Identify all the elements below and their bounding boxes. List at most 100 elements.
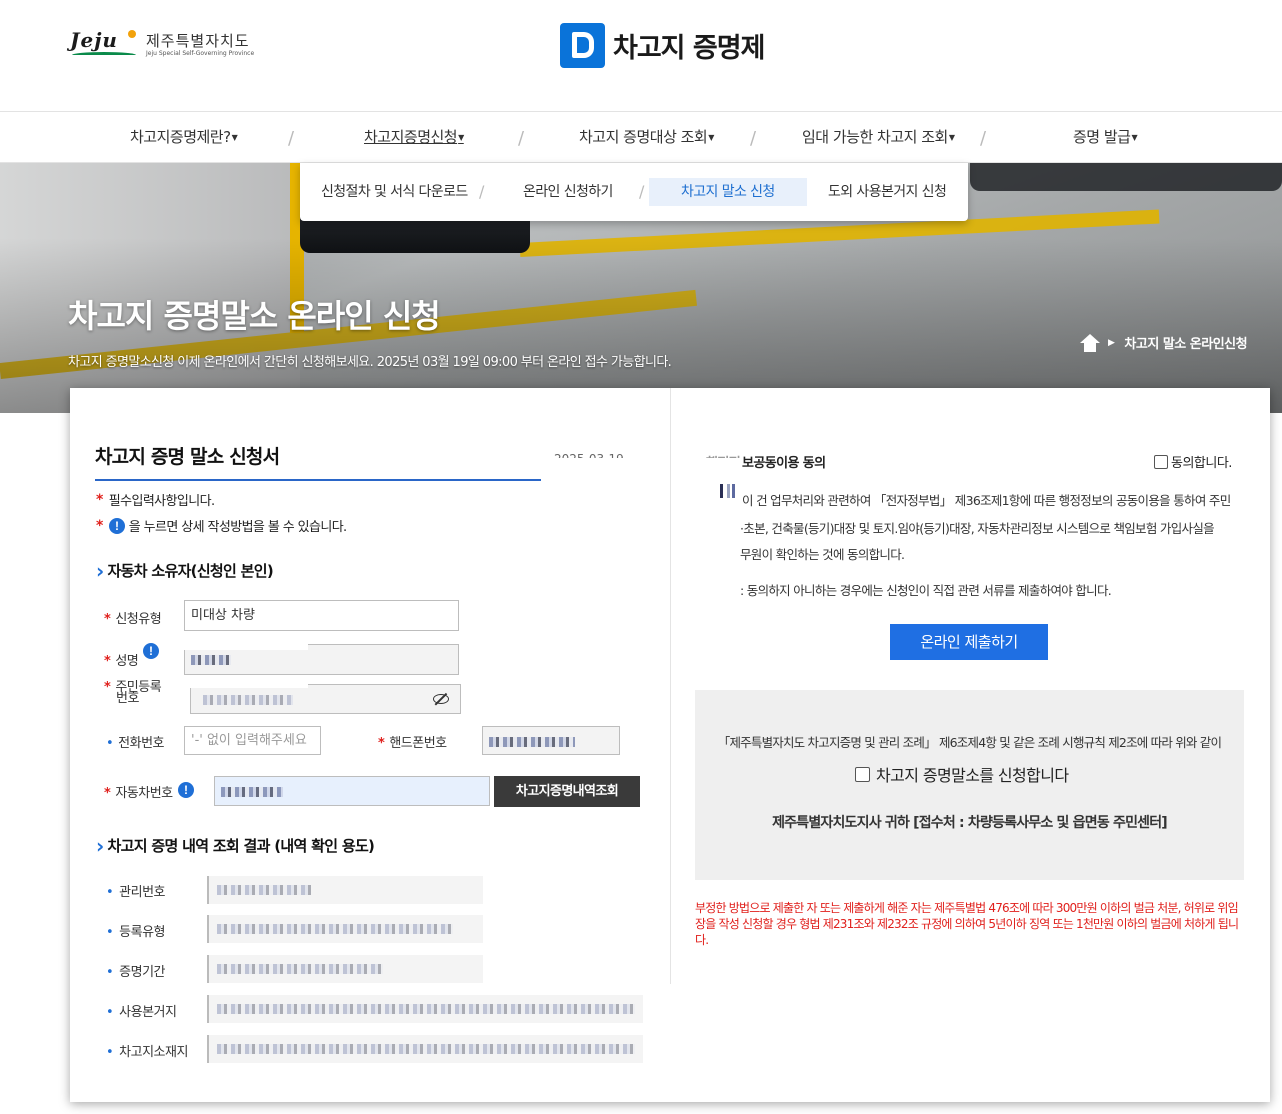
submenu-separator: / [639, 182, 645, 201]
caret-down-icon: ▼ [1131, 132, 1138, 142]
nav-item-apply[interactable]: 차고지증명신청▼ [364, 112, 464, 163]
apply-type-label: * 신청유형 [104, 612, 162, 627]
consent-line: 무원이 확인하는 것에 동의합니다. [740, 547, 905, 562]
result-label-garage-location: • 차고지소재지 [106, 1045, 188, 1060]
required-note-text: 필수입력사항입니다. [108, 494, 215, 509]
masked-value [489, 736, 575, 747]
caret-down-icon: ▼ [458, 132, 464, 142]
jeju-province-name: 제주특별자치도 [146, 32, 250, 50]
help-note-text: 을 누르면 상세 작성방법을 볼 수 있습니다. [128, 520, 347, 535]
required-asterisk-icon: * [96, 517, 103, 534]
breadcrumb-current[interactable]: 차고지 말소 온라인신청 [1124, 333, 1247, 352]
result-value-address [207, 995, 643, 1023]
nav-separator: / [288, 128, 295, 149]
submenu-item-download-forms[interactable]: 신청절차 및 서식 다운로드 [321, 178, 468, 206]
apply-type-select[interactable]: 미대상 차량 [184, 600, 459, 631]
submit-online-button[interactable]: 온라인 제출하기 [890, 624, 1048, 660]
bars-icon [718, 484, 738, 498]
site-brand[interactable]: 차고지 증명제 [560, 22, 765, 68]
submenu-separator: / [479, 182, 485, 201]
info-icon[interactable]: ! [178, 782, 194, 798]
chevron-right-icon: ▶ [1108, 337, 1115, 348]
nav-item-label: 증명 발급 [1073, 128, 1131, 146]
jeju-logo-mark: Jeju [70, 28, 118, 52]
eye-off-icon[interactable] [433, 692, 449, 706]
page-title: 차고지 증명말소 온라인 신청 [68, 297, 441, 335]
rrn-label: * 주민등록 번호 [104, 680, 162, 706]
render-gap [188, 676, 308, 688]
jeju-logo-swoosh [72, 52, 136, 58]
masked-value [221, 786, 283, 797]
main-nav: 차고지증명제란?▼ / 차고지증명신청▼ / 차고지 증명대상 조회▼ / 임대… [0, 112, 1282, 163]
page-description: 차고지 증명말소신청 이제 온라인에서 간단히 신청해보세요. 2025년 03… [68, 355, 672, 370]
required-asterisk-icon: * [96, 491, 103, 508]
phone-label: • 전화번호 [106, 736, 165, 751]
nav-separator: / [750, 128, 757, 149]
site-header: Jeju 제주특별자치도 Jeju Special Self-Governing… [0, 0, 1282, 112]
nav-item-label: 차고지 증명대상 조회 [579, 128, 708, 146]
declaration-addressee: 제주특별자치도지사 귀하 [접수처 : 차량등록사무소 및 읍면동 주민센터] [772, 815, 1168, 831]
legal-warning: 부정한 방법으로 제출한 자 또는 제출하게 해준 자는 제주특별법 476조에… [695, 901, 1239, 947]
info-icon: ! [108, 517, 125, 534]
parking-p-icon [560, 22, 605, 68]
mobile-label: * 핸드폰번호 [378, 736, 447, 751]
lookup-history-button[interactable]: 차고지증명내역조회 [494, 776, 640, 807]
submenu-item-out-of-province[interactable]: 도외 사용본거지 신청 [828, 178, 947, 206]
rrn-input[interactable] [190, 684, 461, 714]
car-number-input[interactable] [214, 776, 490, 806]
name-label: * 성명 [104, 654, 139, 669]
form-title-underline [95, 479, 541, 481]
nav-item-label: 차고지증명제란? [130, 128, 231, 146]
consent-title: 행정정보공동이용 동의 [706, 456, 826, 471]
checkbox-icon[interactable] [1154, 454, 1168, 469]
info-icon[interactable]: ! [143, 643, 159, 659]
consent-agree-checkbox[interactable]: 동의합니다. [1154, 452, 1232, 471]
result-label-mgmt-no: • 관리번호 [106, 885, 166, 900]
nav-separator: / [980, 128, 987, 149]
declaration-checkbox[interactable]: 차고지 증명말소를 신청합니다 [855, 762, 1069, 786]
result-value-period [207, 955, 483, 983]
declaration-text: 「제주특별자치도 차고지증명 및 관리 조례」 제6조제4항 및 같은 조례 시… [717, 735, 1222, 750]
nav-item-rental-lookup[interactable]: 임대 가능한 차고지 조회▼ [802, 112, 955, 163]
result-value-garage-location [207, 1035, 643, 1063]
nav-separator: / [518, 128, 525, 149]
phone-input[interactable]: '-' 없이 입력해주세요 [184, 726, 321, 755]
caret-down-icon: ▼ [708, 132, 714, 142]
jeju-province-english: Jeju Special Self-Governing Province [146, 50, 255, 57]
nav-item-about[interactable]: 차고지증명제란?▼ [130, 112, 238, 163]
section-title-text: 차고지 증명 내역 조회 결과 (내역 확인 용도) [107, 837, 375, 855]
site-title: 차고지 증명제 [613, 32, 765, 64]
breadcrumb: ▶ 차고지 말소 온라인신청 [1080, 333, 1248, 352]
caret-down-icon: ▼ [948, 132, 955, 142]
car-number-label: * 자동차번호 [104, 786, 173, 801]
consent-line: : 동의하지 아니하는 경우에는 신청인이 직접 관련 서류를 제출하여야 합니… [740, 583, 1112, 598]
nav-item-label: 차고지증명신청 [364, 128, 458, 146]
checkbox-icon[interactable] [855, 766, 870, 782]
nav-item-label: 임대 가능한 차고지 조회 [802, 128, 948, 146]
chevron-right-icon: › [96, 833, 104, 858]
application-card: 차고지 증명 말소 신청서 2025-03-19 * 필수입력사항입니다. * … [70, 388, 1270, 1102]
jeju-logo[interactable]: Jeju 제주특별자치도 Jeju Special Self-Governing… [70, 28, 270, 62]
nav-item-target-lookup[interactable]: 차고지 증명대상 조회▼ [579, 112, 714, 163]
required-note: * 필수입력사항입니다. [96, 490, 215, 510]
mobile-input[interactable] [482, 726, 620, 755]
render-gap [184, 638, 308, 650]
submenu-item-online-apply[interactable]: 온라인 신청하기 [523, 178, 613, 206]
result-label-period: • 증명기간 [106, 965, 166, 980]
consent-line: 이 건 업무처리와 관련하여 「전자정부법」 제36조제1항에 따른 행정정보의… [742, 493, 1231, 508]
section-title-text: 자동차 소유자(신청인 본인) [107, 562, 274, 580]
submenu-item-cancel-apply[interactable]: 차고지 말소 신청 [649, 178, 807, 206]
result-value-mgmt-no [207, 876, 483, 904]
section-title-owner: › 자동차 소유자(신청인 본인) [96, 558, 274, 583]
masked-value [191, 654, 231, 665]
home-icon[interactable] [1080, 333, 1100, 352]
form-title: 차고지 증명 말소 신청서 [95, 446, 280, 468]
result-label-address: • 사용본거지 [106, 1005, 177, 1020]
caret-down-icon: ▼ [231, 132, 238, 142]
nav-item-issue[interactable]: 증명 발급▼ [1073, 112, 1138, 163]
masked-value [203, 694, 293, 705]
chevron-right-icon: › [96, 558, 104, 583]
result-label-reg-type: • 등록유형 [106, 925, 166, 940]
declaration-box: 「제주특별자치도 차고지증명 및 관리 조례」 제6조제4항 및 같은 조례 시… [695, 690, 1244, 880]
jeju-logo-dot [128, 30, 136, 38]
